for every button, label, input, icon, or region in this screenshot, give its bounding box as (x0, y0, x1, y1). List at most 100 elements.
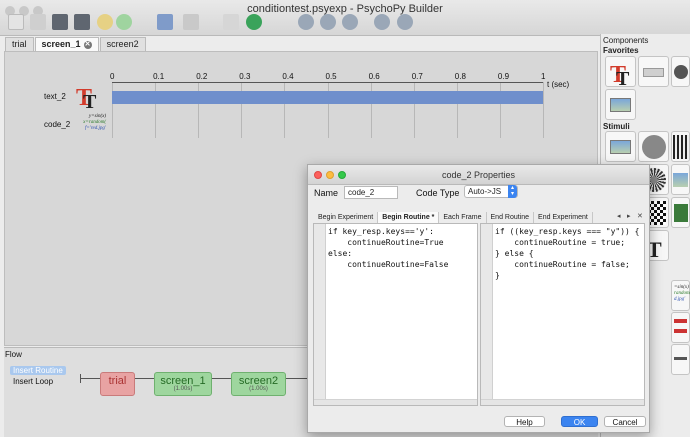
code-type-select[interactable]: Auto->JS ▴ ▾ (464, 185, 518, 198)
dialog-close-icon[interactable] (314, 171, 322, 179)
favorites-header[interactable]: Favorites (603, 46, 639, 55)
python-code[interactable]: if key_resp.keys=='y': continueRoutine=T… (328, 226, 448, 270)
svg-text:T: T (616, 68, 630, 88)
timeline-tick-label: 0.9 (497, 72, 510, 81)
tab-screen-1[interactable]: screen_1 ✕ (34, 37, 99, 51)
editor-gutter (314, 224, 326, 405)
name-input[interactable]: code_2 (344, 186, 398, 199)
tab-label: screen2 (106, 39, 139, 49)
image-component-icon[interactable] (605, 131, 636, 162)
tab-end-routine[interactable]: End Routine (487, 212, 535, 223)
flow-routine-trial[interactable]: trial (100, 372, 135, 396)
window-titlebar: conditiontest.psyexp - PsychoPy Builder (0, 0, 690, 36)
ok-button[interactable]: OK (561, 416, 598, 427)
undo-icon[interactable] (97, 14, 113, 30)
horizontal-scrollbar[interactable] (314, 399, 477, 405)
dialog-maximize-icon[interactable] (338, 171, 346, 179)
new-file-icon[interactable] (8, 14, 24, 30)
tab-begin-experiment[interactable]: Begin Experiment (314, 212, 379, 223)
sound-icon[interactable] (671, 56, 690, 87)
save-icon[interactable] (52, 14, 68, 30)
image-component-icon[interactable] (671, 164, 690, 195)
code-properties-dialog: code_2 Properties Name code_2 Code Type … (307, 164, 650, 433)
timeline-tick-label: 0.5 (325, 72, 337, 81)
globe-icon[interactable] (320, 14, 336, 30)
code-component-icon[interactable]: =sin(x) random( d.jpg' (671, 280, 690, 311)
flow-header: Flow (5, 350, 22, 359)
tab-label: screen_1 (41, 39, 81, 49)
code-icon-text: f='red.jpg' (84, 126, 106, 131)
timeline-tick-label: 1 (541, 72, 546, 81)
code-type-value: Auto->JS (468, 187, 502, 196)
slider-icon[interactable] (671, 344, 690, 375)
flow-start-marker (80, 374, 81, 383)
tab-end-experiment[interactable]: End Experiment (534, 212, 593, 223)
compile-icon[interactable] (223, 14, 239, 30)
dots-icon[interactable] (638, 131, 669, 162)
insert-loop-button[interactable]: Insert Loop (10, 377, 56, 386)
timeline-tick-label: 0 (110, 72, 115, 81)
image-component-icon[interactable] (605, 89, 636, 120)
settings-icon[interactable] (183, 14, 199, 30)
code-tabs: Begin Experiment Begin Routine * Each Fr… (314, 212, 593, 223)
code-component-icon[interactable]: y=sin(x) x=random( f='red.jpg' (72, 114, 106, 138)
save-as-icon[interactable] (74, 14, 90, 30)
insert-routine-button[interactable]: Insert Routine (10, 366, 66, 375)
timeline-tick-label: 0.4 (282, 72, 294, 81)
timeline-gridline (543, 82, 544, 138)
svg-text:T: T (83, 91, 97, 109)
component-label-code-2: code_2 (44, 120, 71, 129)
js-code[interactable]: if ((key_resp.keys === "y")) { continueR… (495, 226, 640, 281)
tab-scroll-left-icon[interactable]: ◂ (617, 212, 621, 220)
python-code-editor[interactable]: if key_resp.keys=='y': continueRoutine=T… (313, 223, 478, 406)
text-2-duration-bar[interactable] (112, 91, 543, 104)
run-icon[interactable] (246, 14, 262, 30)
scale-icon[interactable] (671, 312, 690, 343)
cancel-button[interactable]: Cancel (604, 416, 646, 427)
text-component-icon[interactable]: TT (605, 56, 636, 90)
editor-gutter (481, 224, 493, 405)
routine-tabs: trial screen_1 ✕ screen2 (5, 37, 147, 51)
open-icon[interactable] (30, 14, 46, 30)
globe-icon[interactable] (374, 14, 390, 30)
close-tab-icon[interactable]: ✕ (83, 40, 92, 49)
name-label: Name (314, 188, 339, 198)
code-type-label: Code Type (416, 188, 460, 198)
flow-routine-label: trial (108, 375, 127, 387)
horizontal-scrollbar[interactable] (481, 399, 644, 405)
timeline-tick-label: 0.3 (239, 72, 251, 81)
timeline-tick-label: 0.8 (454, 72, 466, 81)
timeline-tick-label: 0.6 (368, 72, 380, 81)
tab-trial[interactable]: trial (5, 37, 34, 51)
js-code-editor[interactable]: if ((key_resp.keys === "y")) { continueR… (480, 223, 645, 406)
timeline-tick-label: 0.1 (153, 72, 165, 81)
tab-screen2[interactable]: screen2 (99, 37, 146, 51)
tab-close-icon[interactable]: ✕ (637, 212, 643, 220)
tab-scroll-right-icon[interactable]: ▸ (627, 212, 631, 220)
timeline-tick-label: 0.2 (196, 72, 208, 81)
tab-label: trial (12, 39, 27, 49)
select-arrow-icon: ▴ ▾ (508, 185, 517, 198)
flow-routine-screen2[interactable]: screen2 (1.00s) (231, 372, 286, 396)
flow-routine-screen-1[interactable]: screen_1 (1.00s) (154, 372, 212, 396)
tab-begin-routine[interactable]: Begin Routine * (378, 212, 440, 223)
component-label-text-2: text_2 (44, 92, 66, 101)
keyboard-icon[interactable] (638, 56, 669, 87)
code-icon-text: d.jpg' (674, 297, 686, 302)
monitor-icon[interactable] (157, 14, 173, 30)
globe-icon[interactable] (342, 14, 358, 30)
globe-icon[interactable] (298, 14, 314, 30)
dialog-titlebar: code_2 Properties (308, 165, 649, 185)
globe-icon[interactable] (397, 14, 413, 30)
redo-icon[interactable] (116, 14, 132, 30)
grating-icon[interactable] (671, 131, 690, 162)
timeline-axis (112, 82, 543, 83)
text-component-icon[interactable]: TT (74, 83, 102, 113)
help-button[interactable]: Help (504, 416, 545, 427)
polygon-icon[interactable] (671, 197, 690, 228)
stimuli-header[interactable]: Stimuli (603, 122, 630, 131)
dialog-minimize-icon[interactable] (326, 171, 334, 179)
timeline-unit-label: t (sec) (547, 80, 570, 89)
tab-each-frame[interactable]: Each Frame (439, 212, 487, 223)
timeline-tick-label: 0.7 (411, 72, 423, 81)
